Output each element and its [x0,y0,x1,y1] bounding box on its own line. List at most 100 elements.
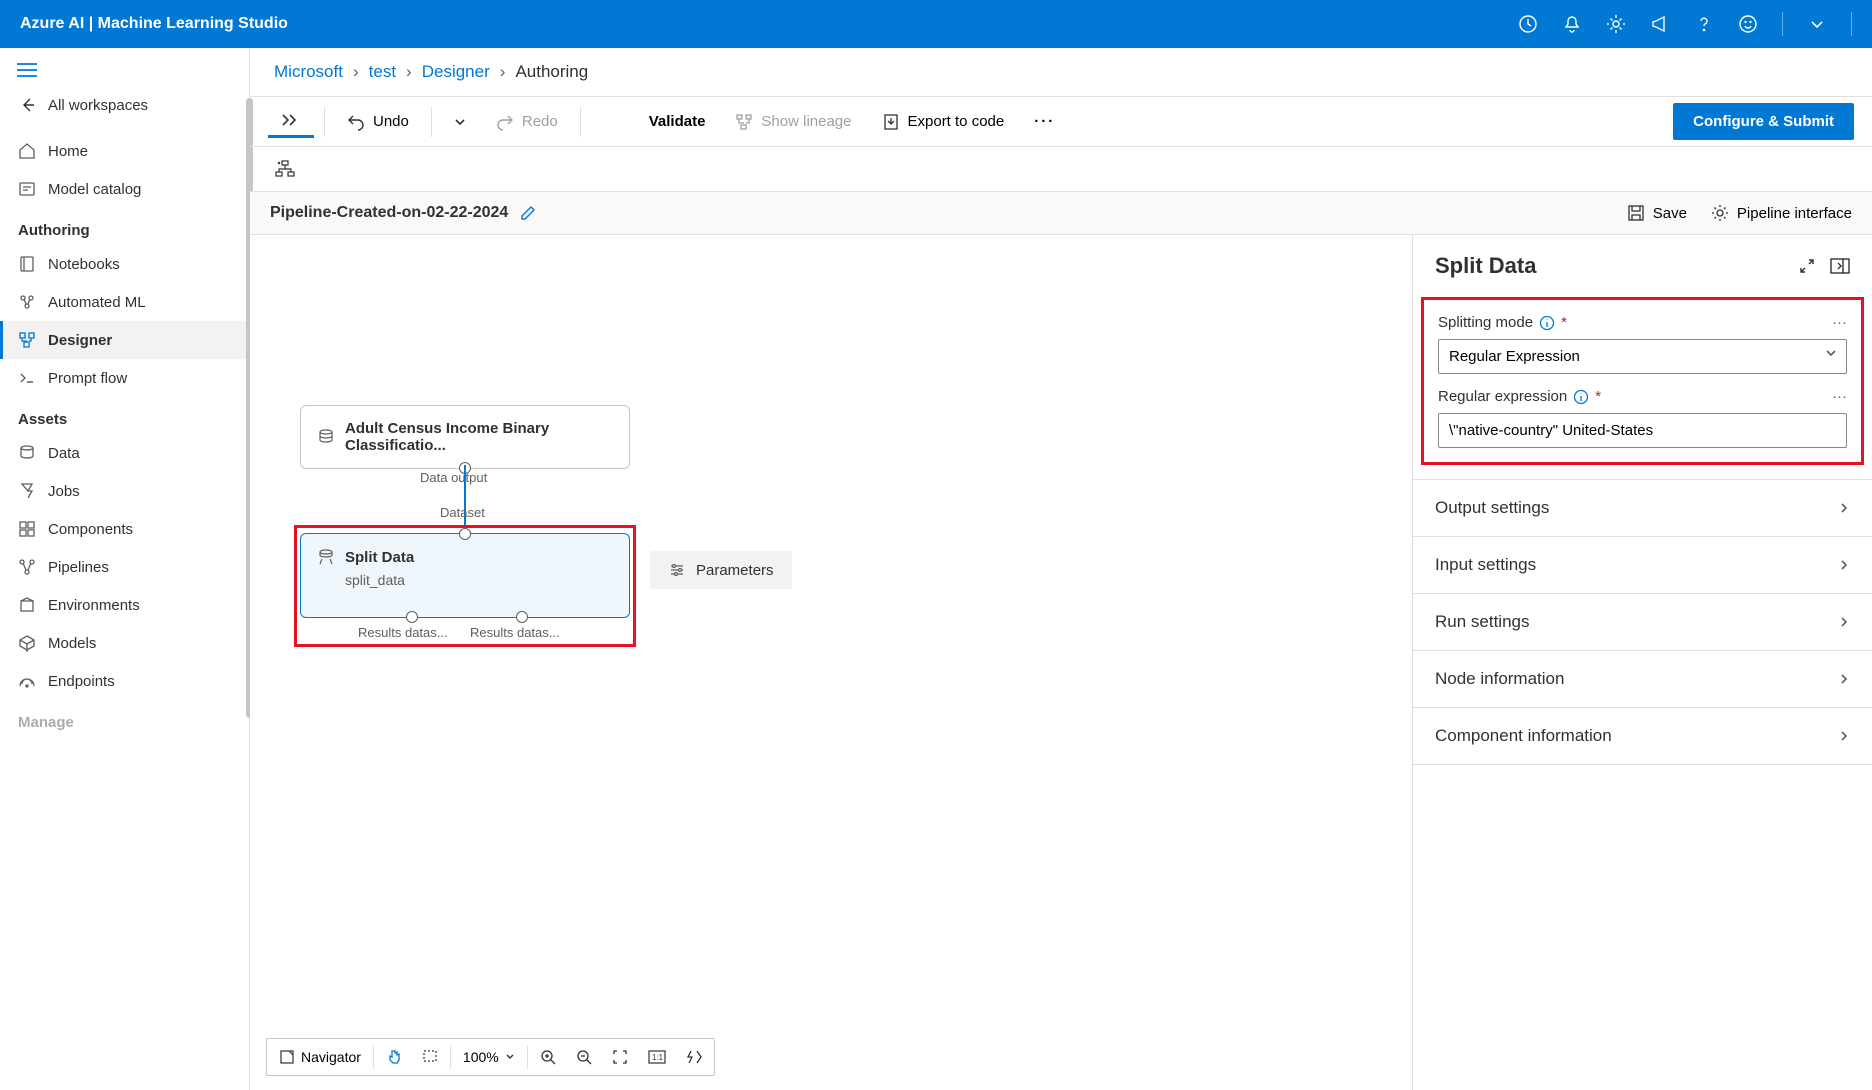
edge [464,465,466,533]
panel-title: Split Data [1435,253,1784,279]
notebook-icon [18,255,36,273]
nav-pipelines[interactable]: Pipelines [0,548,249,586]
parameters-chip[interactable]: Parameters [650,551,792,589]
select-button[interactable] [414,1043,446,1071]
sub-toolbar [250,147,1872,192]
acc-run-settings[interactable]: Run settings [1413,593,1872,650]
node-split-data[interactable]: Split Data split_data [300,533,630,618]
nav-endpoints[interactable]: Endpoints [0,662,249,700]
output-port-1[interactable] [406,611,418,623]
more-icon[interactable]: ··· [1022,105,1067,138]
nav-endpoints-label: Endpoints [48,673,115,690]
validate-button[interactable]: Validate [637,105,718,138]
acc-input-settings[interactable]: Input settings [1413,536,1872,593]
fit-screen-button[interactable] [604,1043,636,1071]
crumb-microsoft[interactable]: Microsoft [274,62,343,82]
main: Microsoft › test › Designer › Authoring … [250,48,1872,1090]
nav-home[interactable]: Home [0,132,249,170]
configure-submit-button[interactable]: Configure & Submit [1673,103,1854,140]
smile-icon[interactable] [1738,14,1758,34]
chevron-right-icon [1838,730,1850,742]
nav-notebooks[interactable]: Notebooks [0,245,249,283]
save-icon [1627,204,1645,222]
nav-models[interactable]: Models [0,624,249,662]
graph-view-icon[interactable] [268,153,302,185]
undo-dropdown[interactable] [442,108,478,136]
nav-automated-ml[interactable]: Automated ML [0,283,249,321]
save-button[interactable]: Save [1627,204,1687,222]
acc-node-label: Node information [1435,669,1564,689]
nav-data[interactable]: Data [0,434,249,472]
help-icon[interactable] [1694,14,1714,34]
dataset-icon [317,428,335,446]
nav-designer[interactable]: Designer [0,321,249,359]
regex-input[interactable] [1438,413,1847,448]
nav-jobs[interactable]: Jobs [0,472,249,510]
info-icon[interactable] [1573,389,1589,405]
sidebar: All workspaces Home Model catalog Author… [0,48,250,1090]
pan-button[interactable] [378,1043,410,1071]
nav-prompt-flow-label: Prompt flow [48,370,127,387]
show-lineage-button[interactable]: Show lineage [723,105,863,139]
gear-icon[interactable] [1606,14,1626,34]
acc-output-settings[interactable]: Output settings [1413,479,1872,536]
auto-layout-button[interactable] [678,1043,710,1071]
node-split-data-sub: split_data [301,572,629,602]
clock-icon[interactable] [1518,14,1538,34]
nav-designer-label: Designer [48,332,112,349]
nav-models-label: Models [48,635,96,652]
nav-components[interactable]: Components [0,510,249,548]
save-label: Save [1653,205,1687,222]
catalog-icon [18,180,36,198]
toolbar: Undo Redo Validate Show lineage Export [250,96,1872,147]
chevron-right-icon: › [500,62,506,82]
nav-components-label: Components [48,521,133,538]
megaphone-icon[interactable] [1650,14,1670,34]
zoom-label: 100% [463,1049,499,1065]
nav-model-catalog[interactable]: Model catalog [0,170,249,208]
regex-label: Regular expression [1438,388,1567,405]
export-button[interactable]: Export to code [870,105,1017,139]
zoom-out-button[interactable] [568,1043,600,1071]
expand-panel-icon[interactable] [268,105,314,138]
splitting-mode-select[interactable]: Regular Expression [1438,339,1847,374]
input-port[interactable] [459,528,471,540]
back-all-workspaces[interactable]: All workspaces [0,86,249,124]
automl-icon [18,293,36,311]
actual-size-button[interactable]: 1:1 [640,1043,674,1071]
acc-component-info[interactable]: Component information [1413,707,1872,765]
info-icon[interactable] [1539,315,1555,331]
navigator-button[interactable]: Navigator [271,1043,369,1071]
nav-environments[interactable]: Environments [0,586,249,624]
output-port-2[interactable] [516,611,528,623]
section-assets: Assets [0,397,249,434]
acc-node-info[interactable]: Node information [1413,650,1872,707]
canvas[interactable]: Adult Census Income Binary Classificatio… [250,235,1412,1090]
nav-notebooks-label: Notebooks [48,256,120,273]
nav-prompt-flow[interactable]: Prompt flow [0,359,249,397]
undo-icon [347,113,365,131]
crumb-designer[interactable]: Designer [422,62,490,82]
zoom-in-button[interactable] [532,1043,564,1071]
more-icon[interactable]: ··· [1832,314,1847,331]
node-dataset[interactable]: Adult Census Income Binary Classificatio… [300,405,630,469]
section-manage: Manage [0,700,249,737]
undo-button[interactable]: Undo [335,105,421,139]
zoom-level[interactable]: 100% [455,1043,523,1071]
pipeline-interface-button[interactable]: Pipeline interface [1711,204,1852,222]
undo-label: Undo [373,113,409,130]
chevron-down-icon[interactable] [1807,14,1827,34]
environments-icon [18,596,36,614]
collapse-panel-icon[interactable] [1830,258,1850,274]
hamburger-icon[interactable] [0,54,249,86]
bell-icon[interactable] [1562,14,1582,34]
crumb-test[interactable]: test [369,62,396,82]
svg-text:1:1: 1:1 [652,1053,664,1062]
more-icon[interactable]: ··· [1832,388,1847,405]
edit-name-icon[interactable] [520,205,536,221]
redo-button[interactable]: Redo [484,105,570,139]
right-panel: Split Data Splitting mode * ··· [1412,235,1872,1090]
acc-input-label: Input settings [1435,555,1536,575]
pipeline-name: Pipeline-Created-on-02-22-2024 [270,204,508,222]
expand-icon[interactable] [1798,257,1816,275]
